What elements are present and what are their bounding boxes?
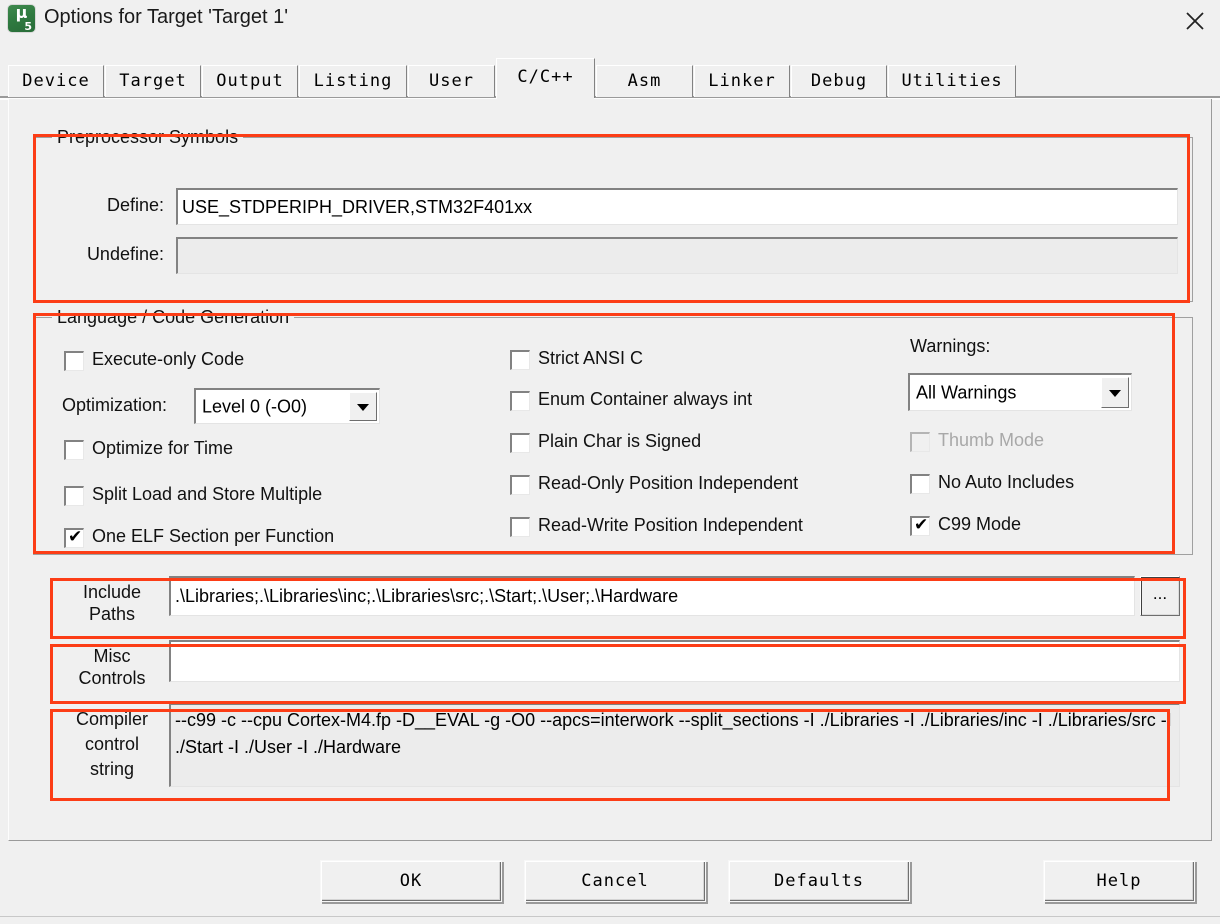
tab-debug[interactable]: Debug (791, 65, 887, 97)
preprocessor-symbols-group: Preprocessor Symbols Define: Undefine: (33, 127, 1193, 302)
tab-asm[interactable]: Asm (596, 65, 693, 97)
read-write-position-independent-label: Read-Write Position Independent (538, 515, 803, 535)
misc-controls-input[interactable] (169, 640, 1180, 682)
execute-only-code-box (64, 351, 84, 371)
enum-container-always-int-label: Enum Container always int (538, 389, 753, 409)
strict-ansi-c-label: Strict ANSI C (538, 348, 644, 368)
warnings-combobox[interactable]: All Warnings (908, 373, 1132, 411)
tab-utilities[interactable]: Utilities (888, 65, 1016, 97)
warnings-value: All Warnings (916, 382, 1017, 402)
no-auto-includes-box (910, 474, 930, 494)
one-elf-section-per-function-label: One ELF Section per Function (92, 526, 335, 546)
include-paths-label-line1: Include (82, 582, 142, 602)
plain-char-is-signed-box (510, 433, 530, 453)
tab-target[interactable]: Target (105, 65, 201, 97)
read-write-position-independent-box (510, 517, 530, 537)
define-input[interactable] (176, 188, 1178, 225)
optimization-label: Optimization: (62, 395, 168, 415)
optimization-value: Level 0 (-O0) (202, 396, 308, 416)
app-icon-mu-glyph: μ (15, 3, 28, 22)
misc-controls-label: Misc Controls (57, 645, 167, 689)
tab-output[interactable]: Output (202, 65, 298, 97)
compiler-control-string-label-line2: control (84, 734, 140, 754)
window-title: Options for Target 'Target 1' (44, 6, 289, 28)
cancel-button[interactable]: Cancel (524, 860, 706, 902)
misc-controls-label-line1: Misc (93, 646, 131, 666)
ok-button[interactable]: OK (320, 860, 502, 902)
language-code-generation-title: Language / Code Generation (52, 307, 295, 328)
c99-mode-box: ✔ (910, 515, 930, 536)
include-paths-browse-button[interactable]: ... (1140, 576, 1180, 616)
checkmark-icon: ✔ (68, 527, 83, 547)
enum-container-always-int-box (510, 391, 530, 411)
optimize-for-time-box (64, 440, 84, 460)
close-icon[interactable] (1172, 0, 1218, 38)
optimization-combobox[interactable]: Level 0 (-O0) (194, 388, 380, 424)
checkmark-icon: ✔ (914, 515, 929, 535)
include-paths-label: Include Paths (57, 581, 167, 625)
keil-uvision5-icon: μ 5 (8, 3, 35, 33)
defaults-button[interactable]: Defaults (728, 860, 910, 902)
preprocessor-symbols-title: Preprocessor Symbols (52, 127, 244, 148)
read-only-position-independent-box (510, 475, 530, 495)
tab-cpp[interactable]: C/C++ (496, 58, 595, 98)
language-code-generation-group: Language / Code Generation Execute-only … (33, 307, 1193, 555)
active-tab-mask (497, 95, 594, 99)
tab-device[interactable]: Device (8, 65, 104, 97)
compiler-control-string-label: Compiler control string (57, 707, 167, 782)
define-label: Define: (106, 195, 164, 215)
tab-user[interactable]: User (408, 65, 495, 97)
split-load-store-multiple-box (64, 486, 84, 506)
misc-controls-label-line2: Controls (78, 668, 146, 688)
tabstrip: Device Target Output Listing User C/C++ … (0, 56, 1220, 98)
include-paths-input[interactable] (169, 576, 1135, 616)
thumb-mode-label: Thumb Mode (938, 430, 1045, 450)
dialog-button-bar: OK Cancel Defaults Help (0, 846, 1220, 924)
include-paths-label-line2: Paths (88, 604, 136, 624)
title-bar: μ 5 Options for Target 'Target 1' (0, 0, 1220, 38)
one-elf-section-per-function-box: ✔ (64, 527, 84, 548)
tab-linker[interactable]: Linker (694, 65, 790, 97)
compiler-control-string-label-line3: string (89, 759, 134, 779)
cpp-tab-page: Preprocessor Symbols Define: Undefine: L… (8, 99, 1212, 841)
undefine-input[interactable] (176, 237, 1178, 274)
app-icon-version-glyph: 5 (24, 20, 32, 33)
c99-mode-label: C99 Mode (938, 514, 1022, 534)
compiler-control-string-label-line1: Compiler (75, 709, 149, 729)
read-only-position-independent-label: Read-Only Position Independent (538, 473, 799, 493)
dialog-bottom-rule (0, 916, 1220, 917)
execute-only-code-label: Execute-only Code (92, 349, 245, 369)
plain-char-is-signed-label: Plain Char is Signed (538, 431, 702, 451)
help-button[interactable]: Help (1043, 860, 1195, 902)
no-auto-includes-label: No Auto Includes (938, 472, 1075, 492)
optimize-for-time-label: Optimize for Time (92, 438, 234, 458)
compiler-control-string-textarea[interactable]: --c99 -c --cpu Cortex-M4.fp -D__EVAL -g … (169, 703, 1180, 787)
split-load-store-multiple-label: Split Load and Store Multiple (92, 484, 323, 504)
chevron-down-icon[interactable] (1101, 377, 1129, 408)
thumb-mode-box (910, 432, 930, 452)
tab-listing[interactable]: Listing (299, 65, 407, 97)
warnings-label: Warnings: (910, 336, 991, 356)
chevron-down-icon[interactable] (349, 392, 377, 421)
close-icon-glyph (1186, 12, 1204, 30)
undefine-label: Undefine: (86, 244, 164, 264)
strict-ansi-c-box (510, 350, 530, 370)
